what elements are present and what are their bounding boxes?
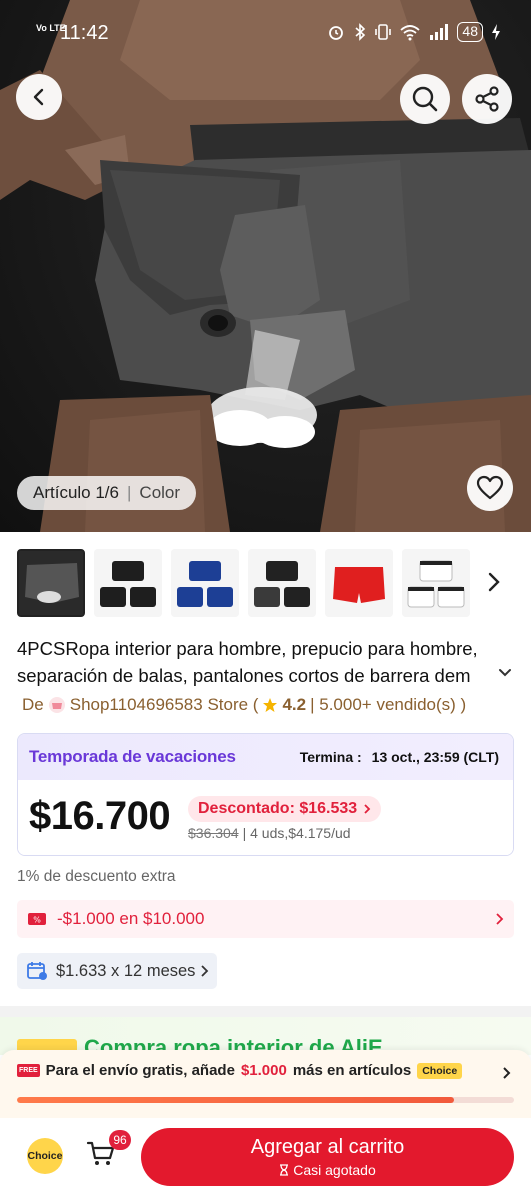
free-shipping-banner[interactable]: FREE Para el envío gratis, añade $1.000 … [0,1050,531,1118]
clock: 11:42 [60,22,109,44]
old-price-value: $36.304 [188,825,239,841]
product-photo [0,0,531,532]
choice-button[interactable]: Choice [27,1138,63,1174]
coupon-text: -$1.000 en $10.000 [57,909,205,928]
article-counter: Artículo 1/6 [33,483,119,502]
store-icon [48,697,65,713]
product-image-gallery[interactable]: Vo LTE 11:42 48 Artículo 1/6 | Color [0,0,531,532]
status-icons: 48 [327,22,501,42]
svg-text:%: % [33,916,41,925]
sold-count: | 5.000+ vendido(s) ) [310,695,467,714]
image-counter-pill[interactable]: Artículo 1/6 | Color [17,476,197,510]
back-button[interactable] [16,74,62,120]
thumbnail-6[interactable] [402,549,470,617]
product-title[interactable]: 4PCSRopa interior para hombre, prepucio … [17,635,517,689]
chevron-down-icon[interactable] [497,667,513,679]
promotion-card[interactable]: Temporada de vacaciones Termina : 13 oct… [17,733,514,856]
shipping-text-after: más en artículos [292,1062,412,1079]
installments-text: $1.633 x 12 meses [56,961,196,980]
bottom-action-bar: Choice 96 Agregar al carrito Casi agotad… [0,1118,531,1200]
promotion-end: Termina : 13 oct., 23:59 (CLT) [300,749,499,765]
vibrate-icon [375,24,392,40]
shipping-amount: $1.000 [240,1062,287,1079]
variant-thumbnails [17,548,517,618]
thumbnail-1-image [19,551,83,615]
stock-note-text: Casi agotado [293,1162,376,1178]
coupon-icon: % [28,913,46,925]
wifi-icon [400,25,421,41]
heart-icon [476,475,504,500]
ends-value: 13 oct., 23:59 (CLT) [371,749,499,765]
share-icon [475,86,499,112]
share-button[interactable] [462,74,512,124]
color-link[interactable]: Color [139,483,180,503]
thumbnail-4[interactable] [248,549,316,617]
chevron-right-icon [364,804,371,814]
charging-icon [492,24,500,40]
extra-discount: 1% de descuento extra [17,868,176,885]
thumbnail-5-image [325,549,393,617]
signal-icon [430,24,449,40]
seller-row[interactable]: De Shop1104696583 Store ( 4.2 | 5.000+ v… [22,695,466,715]
hourglass-icon [280,1164,289,1176]
thumbnail-2-image [94,549,162,617]
choice-mini-badge: Choice [417,1062,463,1079]
thumbnail-6-image [402,549,470,617]
installments-row[interactable]: $1.633 x 12 meses [17,953,217,989]
free-shipping-progress [17,1097,514,1103]
add-to-cart-button[interactable]: Agregar al carrito Casi agotado [141,1128,514,1186]
search-icon [412,86,438,112]
season-label: Temporada de vacaciones [29,747,236,766]
add-to-cart-label: Agregar al carrito [250,1136,405,1158]
original-price: $36.304 | 4 uds,$4.175/ud [188,825,351,841]
chevron-right-icon [503,1067,511,1079]
star-icon [263,698,278,712]
progress-fill [17,1097,455,1103]
bluetooth-icon [355,23,366,41]
price-row: $16.700 Descontado: $16.533 $36.304 | 4 … [18,780,513,855]
thumbnail-4-image [248,549,316,617]
favorite-button[interactable] [467,465,513,511]
cart-count-badge: 96 [109,1130,131,1150]
chevron-right-icon [201,965,209,977]
free-shipping-message: FREE Para el envío gratis, añade $1.000 … [17,1062,463,1079]
chevron-left-icon [33,88,44,106]
section-divider [0,1006,531,1017]
promotion-header: Temporada de vacaciones Termina : 13 oct… [18,734,513,780]
discount-tag[interactable]: Descontado: $16.533 [188,796,382,822]
discount-text: Descontado: $16.533 [198,800,358,817]
stock-note: Casi agotado [279,1162,376,1178]
thumbnail-2[interactable] [94,549,162,617]
store-name[interactable]: Shop1104696583 Store ( [70,695,259,715]
thumbnail-5[interactable] [325,549,393,617]
unit-info: | 4 uds,$4.175/ud [242,825,351,841]
store-rating: 4.2 [282,695,307,714]
chevron-right-icon [496,913,504,925]
thumbnail-3[interactable] [171,549,239,617]
seller-prefix: De [22,695,44,714]
alarm-icon [329,26,344,40]
free-shipping-icon: FREE [17,1064,40,1077]
thumbnail-3-image [171,549,239,617]
thumbnail-1[interactable] [17,549,85,617]
thumbnails-next-icon[interactable] [486,570,502,594]
coupon-row[interactable]: % -$1.000 en $10.000 [17,900,514,938]
search-button[interactable] [400,74,450,124]
battery-level: 48 [457,22,483,42]
pill-separator: | [127,483,132,502]
status-bar: Vo LTE 11:42 48 [0,0,531,66]
ends-label: Termina : [299,749,362,765]
current-price: $16.700 [29,794,171,838]
shipping-text-before: Para el envío gratis, añade [45,1062,235,1079]
calendar-icon [27,962,47,980]
